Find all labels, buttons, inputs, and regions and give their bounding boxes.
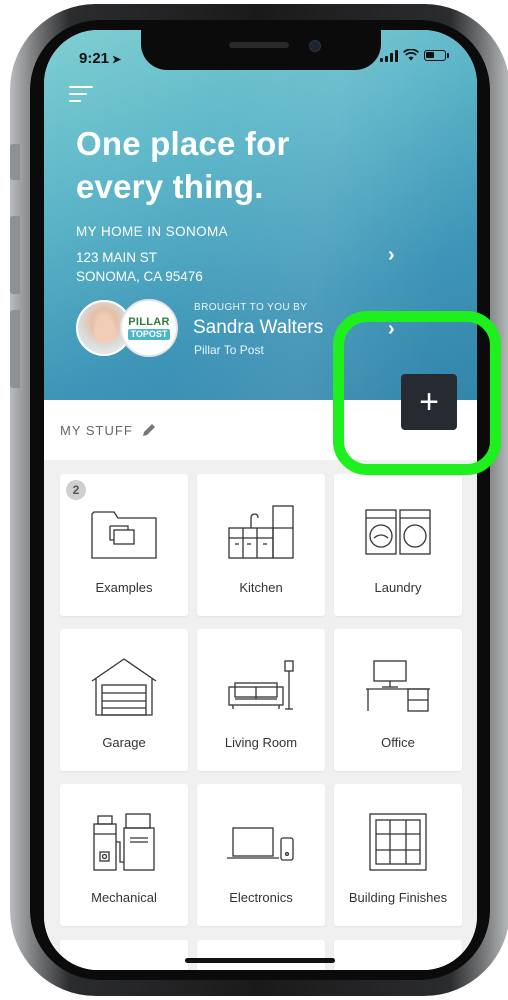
wifi-icon [402,48,420,62]
section-header: MY STUFF [60,422,157,438]
tile-partial[interactable] [60,940,188,970]
tile-label: Garage [102,735,146,750]
notch [141,30,381,70]
tile-laundry[interactable]: Laundry [334,474,462,616]
tile-living-room[interactable]: Living Room [197,629,325,771]
rooms-grid: 2 Examples Kitchen Laundry Garage Living… [44,460,477,970]
tile-garage[interactable]: Garage [60,629,188,771]
tile-label: Kitchen [239,580,283,595]
mechanical-icon [93,813,155,871]
tile-label: Mechanical [91,890,157,905]
tile-office[interactable]: Office [334,629,462,771]
location-arrow-icon: ➤ [112,54,122,66]
tile-partial[interactable] [197,940,325,970]
tile-label: Examples [95,580,153,595]
tile-partial[interactable] [334,940,462,970]
volume-up-button [10,216,20,294]
desk-icon [366,660,430,712]
speaker [229,42,289,48]
agent-company: Pillar To Post [194,343,264,357]
tile-examples[interactable]: 2 Examples [60,474,188,616]
home-indicator[interactable] [185,958,335,963]
tile-mechanical[interactable]: Mechanical [60,784,188,926]
tile-kitchen[interactable]: Kitchen [197,474,325,616]
tile-label: Electronics [229,890,293,905]
company-logo: PILLAR TOPOST [120,299,178,357]
pencil-icon[interactable] [141,422,157,438]
address-city[interactable]: SONOMA, CA 95476 [76,269,203,284]
laundry-icon [365,509,431,555]
app-screen: 9:21 ➤ One place for every thing. MY HOME… [44,30,477,970]
kitchen-icon [228,505,294,559]
highlight-annotation [333,311,501,475]
count-badge: 2 [66,480,86,500]
tile-label: Living Room [224,735,298,750]
battery-icon [424,50,446,61]
status-icons [380,48,449,62]
front-camera [309,40,321,52]
section-title: MY STUFF [60,422,133,438]
home-label[interactable]: MY HOME IN SONOMA [76,224,228,239]
garage-icon [91,658,157,716]
mute-switch [10,144,20,180]
hamburger-menu-icon[interactable] [69,86,93,104]
home-chevron-right-icon[interactable]: › [388,244,395,267]
window-icon [369,813,427,871]
tile-building-finishes[interactable]: Building Finishes [334,784,462,926]
signal-icon [380,49,398,62]
brought-to-you-label: BROUGHT TO YOU BY [194,302,308,313]
folder-icon [91,511,157,559]
agent-name[interactable]: Sandra Walters [193,317,323,339]
page-headline: One place for every thing. [76,125,290,205]
tile-label: Laundry [374,580,422,595]
address-street[interactable]: 123 MAIN ST [76,250,157,265]
volume-down-button [10,310,20,388]
tile-label: Office [381,735,415,750]
laptop-icon [227,827,294,861]
status-time: 9:21 ➤ [79,50,122,67]
tile-label: Building Finishes [348,890,448,905]
sofa-icon [228,660,294,710]
tile-electronics[interactable]: Electronics [197,784,325,926]
